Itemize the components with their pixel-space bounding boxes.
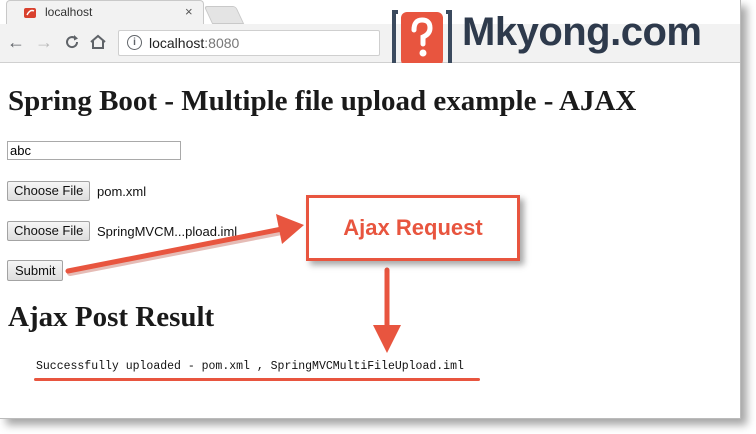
- forward-arrow-icon[interactable]: →: [34, 31, 54, 53]
- address-bar[interactable]: i localhost:8080: [118, 30, 380, 56]
- arrow-to-result: [373, 267, 401, 353]
- logo-text: Mkyong.com: [462, 10, 702, 54]
- new-tab-button[interactable]: [203, 6, 245, 24]
- tab-title: localhost: [45, 5, 93, 19]
- selected-file-name: SpringMVCM...pload.iml: [97, 223, 238, 239]
- submit-button[interactable]: Submit: [7, 260, 64, 281]
- browser-window: localhost × ← → i localhost:8080 Mkyong.…: [0, 0, 741, 419]
- callout-text: Ajax Request: [343, 215, 483, 240]
- page-content: Spring Boot - Multiple file upload examp…: [0, 63, 740, 418]
- reload-icon[interactable]: [62, 31, 82, 53]
- result-message: Successfully uploaded - pom.xml , Spring…: [36, 360, 464, 373]
- result-underline-annotation: [34, 378, 480, 381]
- choose-file-button[interactable]: Choose File: [7, 221, 91, 241]
- url-port: :8080: [204, 35, 240, 51]
- file-input-row: Choose File pom.xml: [7, 181, 146, 201]
- url-text: localhost:8080: [149, 35, 239, 51]
- file-input-row: Choose File SpringMVCM...pload.iml: [7, 221, 237, 241]
- question-mark-box-icon: [392, 10, 452, 68]
- result-heading: Ajax Post Result: [8, 301, 215, 333]
- site-logo: Mkyong.com: [392, 8, 732, 70]
- home-icon[interactable]: [88, 31, 108, 53]
- back-arrow-icon[interactable]: ←: [6, 31, 26, 53]
- tab-localhost[interactable]: localhost ×: [6, 0, 204, 25]
- choose-file-button[interactable]: Choose File: [7, 181, 91, 201]
- page-title: Spring Boot - Multiple file upload examp…: [8, 85, 637, 117]
- info-icon[interactable]: i: [127, 35, 142, 50]
- url-host: localhost: [149, 35, 205, 51]
- ajax-request-callout: Ajax Request: [306, 195, 520, 261]
- selected-file-name: pom.xml: [97, 183, 147, 199]
- spring-favicon-icon: [24, 8, 36, 18]
- tab-close-icon[interactable]: ×: [185, 4, 193, 19]
- extra-field-input[interactable]: [7, 141, 181, 160]
